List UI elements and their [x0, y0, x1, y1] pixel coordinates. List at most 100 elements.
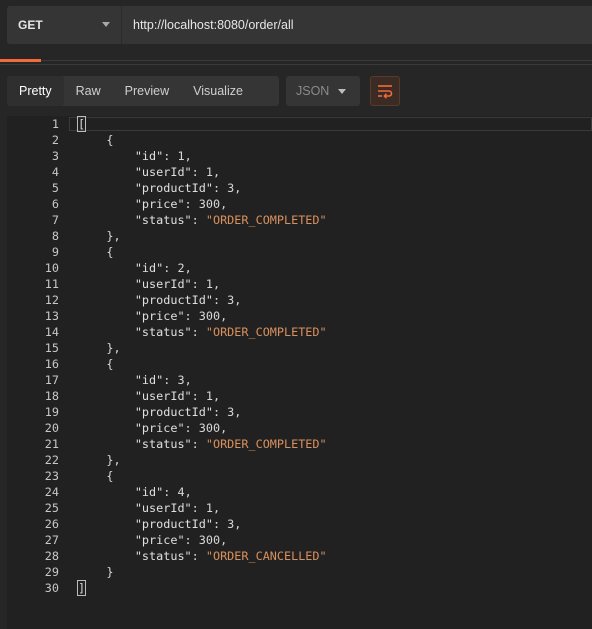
code-line: 3 "id": 1, [7, 148, 592, 164]
code-text: "id": 3, [134, 373, 192, 387]
line-number: 15 [44, 341, 59, 355]
code-line: 19 "productId": 3, [7, 404, 592, 420]
code-text: [ [76, 116, 87, 132]
line-number: 6 [51, 197, 59, 211]
code-line: 28 "status": "ORDER_CANCELLED" [7, 548, 592, 564]
line-number: 9 [51, 245, 59, 259]
line-number: 28 [44, 549, 59, 563]
code-line: 17 "id": 3, [7, 372, 592, 388]
method-label: GET [18, 18, 43, 32]
line-number: 18 [44, 389, 59, 403]
format-select[interactable]: JSON [286, 76, 360, 106]
code-text: "status": "ORDER_CANCELLED" [134, 549, 327, 563]
code-text: "userId": 1, [134, 277, 221, 291]
code-text: "price": 300, [134, 309, 228, 323]
code-text: }, [78, 453, 121, 467]
code-text: "productId": 3, [134, 181, 242, 195]
code-line: 7 "status": "ORDER_COMPLETED" [7, 212, 592, 228]
line-number: 23 [44, 469, 59, 483]
code-line: 21 "status": "ORDER_COMPLETED" [7, 436, 592, 452]
code-line: 29 } [7, 564, 592, 580]
line-number: 12 [44, 293, 59, 307]
view-visualize-button[interactable]: Visualize [181, 76, 255, 106]
code-line: 18 "userId": 1, [7, 388, 592, 404]
view-raw-button[interactable]: Raw [64, 76, 113, 106]
request-bar: GET http://localhost:8080/order/all [7, 6, 592, 44]
line-number: 20 [44, 421, 59, 435]
code-text: }, [78, 229, 121, 243]
response-body-editor[interactable]: 1[2 {3 "id": 1, 4 "userId": 1, 5 "productI… [7, 116, 592, 629]
code-text: "userId": 1, [134, 165, 221, 179]
code-line: 30] [7, 580, 592, 596]
line-number: 3 [51, 149, 59, 163]
line-number: 14 [44, 325, 59, 339]
line-number: 2 [51, 133, 59, 147]
chevron-down-icon [102, 22, 110, 27]
url-input[interactable]: http://localhost:8080/order/all [133, 6, 294, 44]
code-text: { [78, 133, 114, 147]
line-number: 4 [51, 165, 59, 179]
code-line: 22 }, [7, 452, 592, 468]
line-number: 5 [51, 181, 59, 195]
line-number: 16 [44, 357, 59, 371]
chevron-down-icon [338, 89, 346, 94]
wrap-lines-button[interactable] [370, 76, 400, 106]
code-text: { [78, 469, 114, 483]
line-number: 22 [44, 453, 59, 467]
code-line: 2 { [7, 132, 592, 148]
code-text: "status": "ORDER_COMPLETED" [134, 325, 327, 339]
code-line: 6 "price": 300, [7, 196, 592, 212]
code-line: 10 "id": 2, [7, 260, 592, 276]
code-line: 5 "productId": 3, [7, 180, 592, 196]
code-line: 26 "productId": 3, [7, 516, 592, 532]
code-line: 23 { [7, 468, 592, 484]
format-label: JSON [296, 84, 330, 98]
line-number: 27 [44, 533, 59, 547]
line-number: 8 [51, 229, 59, 243]
response-view-tabs: Pretty Raw Preview Visualize [7, 76, 279, 106]
code-line: 25 "userId": 1, [7, 500, 592, 516]
code-line: 9 { [7, 244, 592, 260]
line-number: 10 [44, 261, 59, 275]
code-text: }, [78, 341, 121, 355]
code-line: 4 "userId": 1, [7, 164, 592, 180]
line-number: 17 [44, 373, 59, 387]
code-line: 16 { [7, 356, 592, 372]
code-line: 14 "status": "ORDER_COMPLETED" [7, 324, 592, 340]
method-select[interactable]: GET [7, 6, 122, 44]
code-text: "status": "ORDER_COMPLETED" [134, 213, 327, 227]
wrap-lines-icon [378, 85, 393, 99]
code-text: "price": 300, [134, 533, 228, 547]
view-pretty-button[interactable]: Pretty [7, 76, 64, 106]
code-line: 11 "userId": 1, [7, 276, 592, 292]
tab-divider-lower [0, 64, 592, 65]
code-line: 8 }, [7, 228, 592, 244]
tab-divider [0, 59, 592, 62]
code-text: ] [76, 580, 87, 596]
code-text: } [78, 565, 114, 579]
code-line: 20 "price": 300, [7, 420, 592, 436]
line-number: 11 [44, 277, 59, 291]
line-number: 1 [51, 117, 59, 131]
active-tab-indicator [0, 59, 41, 62]
code-line: 15 }, [7, 340, 592, 356]
line-number: 19 [44, 405, 59, 419]
line-number: 25 [44, 501, 59, 515]
code-text: "id": 1, [134, 149, 192, 163]
code-text: "id": 4, [134, 485, 192, 499]
code-line: 27 "price": 300, [7, 532, 592, 548]
line-number: 29 [44, 565, 59, 579]
code-text: "productId": 3, [134, 517, 242, 531]
line-number: 30 [44, 581, 59, 595]
line-number: 26 [44, 517, 59, 531]
code-line: 24 "id": 4, [7, 484, 592, 500]
line-number: 24 [44, 485, 59, 499]
code-text: "id": 2, [134, 261, 192, 275]
line-number: 7 [51, 213, 59, 227]
code-line: 1[ [7, 116, 592, 132]
code-text: "productId": 3, [134, 405, 242, 419]
view-preview-button[interactable]: Preview [113, 76, 181, 106]
line-number: 21 [44, 437, 59, 451]
code-text: { [78, 357, 114, 371]
code-text: "status": "ORDER_COMPLETED" [134, 437, 327, 451]
